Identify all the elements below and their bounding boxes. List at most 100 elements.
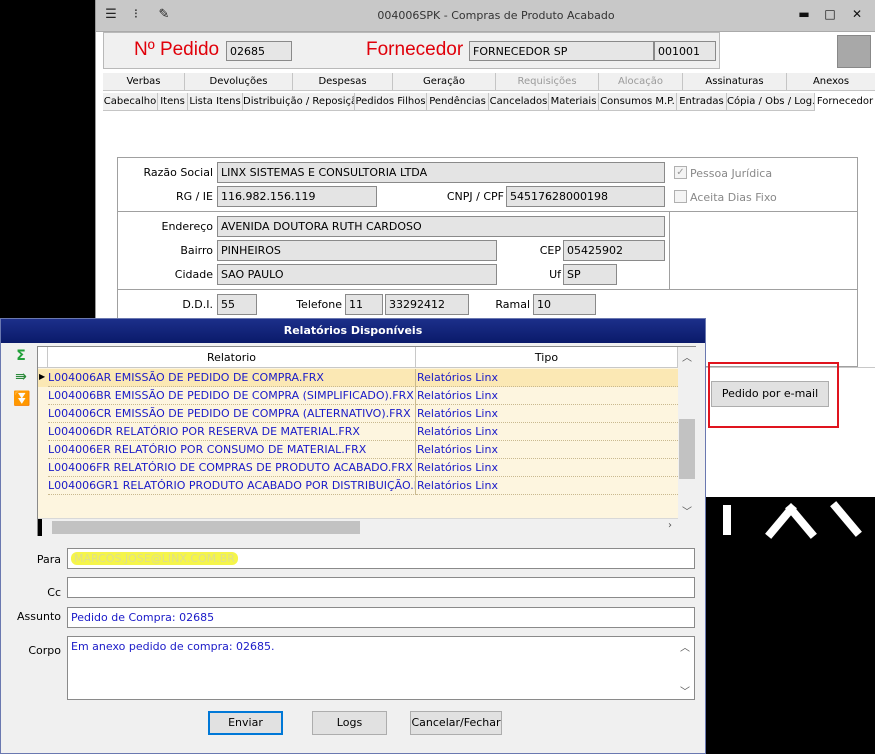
- cancelar-fechar-button[interactable]: Cancelar/Fechar: [410, 711, 502, 735]
- corpo-label: Corpo: [28, 644, 61, 657]
- logs-button[interactable]: Logs: [312, 711, 387, 735]
- corpo-textarea[interactable]: Em anexo pedido de compra: 02685. ︿ ﹀: [67, 636, 695, 700]
- telefone-field[interactable]: 33292412: [385, 294, 469, 315]
- enviar-button[interactable]: Enviar: [208, 711, 283, 735]
- tab-cancelados[interactable]: Cancelados: [489, 93, 549, 111]
- telefone-ddd-field[interactable]: 11: [345, 294, 383, 315]
- ddi-label: D.D.I.: [182, 298, 213, 311]
- table-row[interactable]: L004006FR RELATÓRIO DE COMPRAS DE PRODUT…: [38, 459, 678, 477]
- maximize-icon[interactable]: □: [821, 5, 839, 23]
- pedido-label: Nº Pedido: [134, 39, 220, 60]
- export-icon[interactable]: ⇛: [13, 369, 29, 385]
- horizontal-scroll-thumb[interactable]: [52, 521, 360, 534]
- scroll-right-icon[interactable]: ›: [662, 520, 678, 531]
- tab-entradas[interactable]: Entradas: [677, 93, 727, 111]
- minimize-icon[interactable]: ▬: [795, 5, 813, 23]
- tab-consumos[interactable]: Consumos M.P.: [599, 93, 677, 111]
- pedido-field[interactable]: 02685: [226, 41, 292, 61]
- close-icon[interactable]: ✕: [848, 5, 866, 23]
- fornecedor-label: Fornecedor: [366, 39, 464, 60]
- tab-pendencias[interactable]: Pendências: [427, 93, 489, 111]
- tab-anexos[interactable]: Anexos: [787, 73, 875, 91]
- scroll-down-icon[interactable]: ﹀: [679, 503, 695, 518]
- column-header-tipo[interactable]: Tipo: [416, 347, 678, 368]
- tab-despesas[interactable]: Despesas: [293, 73, 393, 91]
- vertical-scrollbar[interactable]: ︿ ﹀: [678, 347, 696, 536]
- title-bar: ☰ ⁝ ✎ 004006SPK - Compras de Produto Aca…: [96, 0, 875, 32]
- tab-fornecedor[interactable]: Fornecedor: [815, 93, 875, 111]
- aceita-dias-fixo-checkbox[interactable]: [674, 190, 687, 203]
- corpo-scroll-down-icon[interactable]: ﹀: [677, 683, 693, 698]
- cnpj-cpf-field[interactable]: 54517628000198: [506, 186, 665, 207]
- horizontal-scrollbar[interactable]: ›: [38, 518, 678, 536]
- bairro-field[interactable]: PINHEIROS: [217, 240, 497, 261]
- reports-grid: Relatorio Tipo ▶ L004006AR EMISSÃO DE PE…: [37, 346, 696, 536]
- supplier-address-side: [669, 211, 858, 290]
- corpo-value: Em anexo pedido de compra: 02685.: [71, 640, 275, 653]
- ddi-field[interactable]: 55: [217, 294, 257, 315]
- vertical-scroll-thumb[interactable]: [679, 419, 695, 479]
- cidade-label: Cidade: [174, 268, 213, 281]
- table-row[interactable]: L004006DR RELATÓRIO POR RESERVA DE MATER…: [38, 423, 678, 441]
- sum-icon[interactable]: Σ: [13, 348, 29, 364]
- fornecedor-name-field[interactable]: FORNECEDOR SP: [469, 41, 654, 61]
- tab-distribuicao[interactable]: Distribuição / Reposição: [243, 93, 355, 111]
- razao-social-field[interactable]: LINX SISTEMAS E CONSULTORIA LTDA: [217, 162, 665, 183]
- table-row[interactable]: L004006GR1 RELATÓRIO PRODUTO ACABADO POR…: [38, 477, 678, 495]
- cep-field[interactable]: 05425902: [563, 240, 665, 261]
- bairro-label: Bairro: [180, 244, 213, 257]
- traffic-light-icon[interactable]: ⁝: [127, 7, 145, 23]
- tab-lista-itens[interactable]: Lista Itens: [188, 93, 243, 111]
- report-name: L004006ER RELATÓRIO POR CONSUMO DE MATER…: [48, 441, 416, 459]
- tab-verbas[interactable]: Verbas: [103, 73, 185, 91]
- uf-label: Uf: [549, 268, 561, 281]
- cep-label: CEP: [539, 244, 561, 257]
- menu-icon[interactable]: ☰: [102, 7, 120, 23]
- endereco-field[interactable]: AVENIDA DOUTORA RUTH CARDOSO: [217, 216, 665, 237]
- corpo-scroll-up-icon[interactable]: ︿: [677, 639, 693, 654]
- assunto-input[interactable]: Pedido de Compra: 02685: [67, 607, 695, 628]
- rg-ie-field[interactable]: 116.982.156.119: [217, 186, 377, 207]
- uf-field[interactable]: SP: [563, 264, 617, 285]
- tab-requisicoes[interactable]: Requisições: [496, 73, 599, 91]
- table-row[interactable]: ▶ L004006AR EMISSÃO DE PEDIDO DE COMPRA.…: [38, 369, 678, 387]
- tab-devolucoes[interactable]: Devoluções: [185, 73, 293, 91]
- endereco-label: Endereço: [161, 220, 214, 233]
- fornecedor-code-field[interactable]: 001001: [654, 41, 716, 61]
- assunto-label: Assunto: [17, 610, 61, 623]
- status-block: [837, 35, 871, 68]
- cidade-field[interactable]: SAO PAULO: [217, 264, 497, 285]
- scroll-up-icon[interactable]: ︿: [679, 349, 695, 364]
- tab-copia-obs-log[interactable]: Cópia / Obs / Log.: [727, 93, 815, 111]
- report-name: L004006DR RELATÓRIO POR RESERVA DE MATER…: [48, 423, 416, 441]
- column-header-relatorio[interactable]: Relatorio: [48, 347, 416, 368]
- rg-ie-label: RG / IE: [175, 190, 213, 203]
- report-name: L004006GR1 RELATÓRIO PRODUTO ACABADO POR…: [48, 477, 416, 495]
- tools-icon[interactable]: ✎: [155, 7, 173, 23]
- table-row[interactable]: L004006ER RELATÓRIO POR CONSUMO DE MATER…: [38, 441, 678, 459]
- tab-geracao[interactable]: Geração: [393, 73, 496, 91]
- dialog-title: Relatórios Disponíveis: [1, 319, 705, 343]
- tabs-bottom: Cabecalho Itens Lista Itens Distribuição…: [103, 93, 875, 111]
- ramal-field[interactable]: 10: [533, 294, 596, 315]
- cc-input[interactable]: [67, 577, 695, 598]
- report-type: Relatórios Linx: [416, 369, 678, 387]
- tab-itens[interactable]: Itens: [158, 93, 188, 111]
- pessoa-juridica-checkbox[interactable]: ✓: [674, 166, 687, 179]
- relatorios-dialog: Relatórios Disponíveis Σ ⇛ ⏬ Relatorio T…: [0, 318, 706, 754]
- tab-pedidos-filhos[interactable]: Pedidos Filhos: [355, 93, 427, 111]
- cnpj-cpf-label: CNPJ / CPF: [446, 190, 504, 203]
- tab-alocacao[interactable]: Alocação: [599, 73, 683, 91]
- tab-materiais[interactable]: Materiais: [549, 93, 599, 111]
- para-input[interactable]: MARCOS.JOSE@LINX.COM.BR: [67, 548, 695, 569]
- row-pointer-icon: ▶: [39, 372, 46, 381]
- report-name: L004006BR EMISSÃO DE PEDIDO DE COMPRA (S…: [48, 387, 416, 405]
- table-row[interactable]: L004006CR EMISSÃO DE PEDIDO DE COMPRA (A…: [38, 405, 678, 423]
- tab-assinaturas[interactable]: Assinaturas: [683, 73, 787, 91]
- highlight-callout: [708, 362, 839, 428]
- tab-cabecalho[interactable]: Cabecalho: [103, 93, 158, 111]
- report-type: Relatórios Linx: [416, 423, 678, 441]
- table-row[interactable]: L004006BR EMISSÃO DE PEDIDO DE COMPRA (S…: [38, 387, 678, 405]
- grid-row-header: [38, 347, 48, 368]
- filter-icon[interactable]: ⏬: [13, 391, 30, 407]
